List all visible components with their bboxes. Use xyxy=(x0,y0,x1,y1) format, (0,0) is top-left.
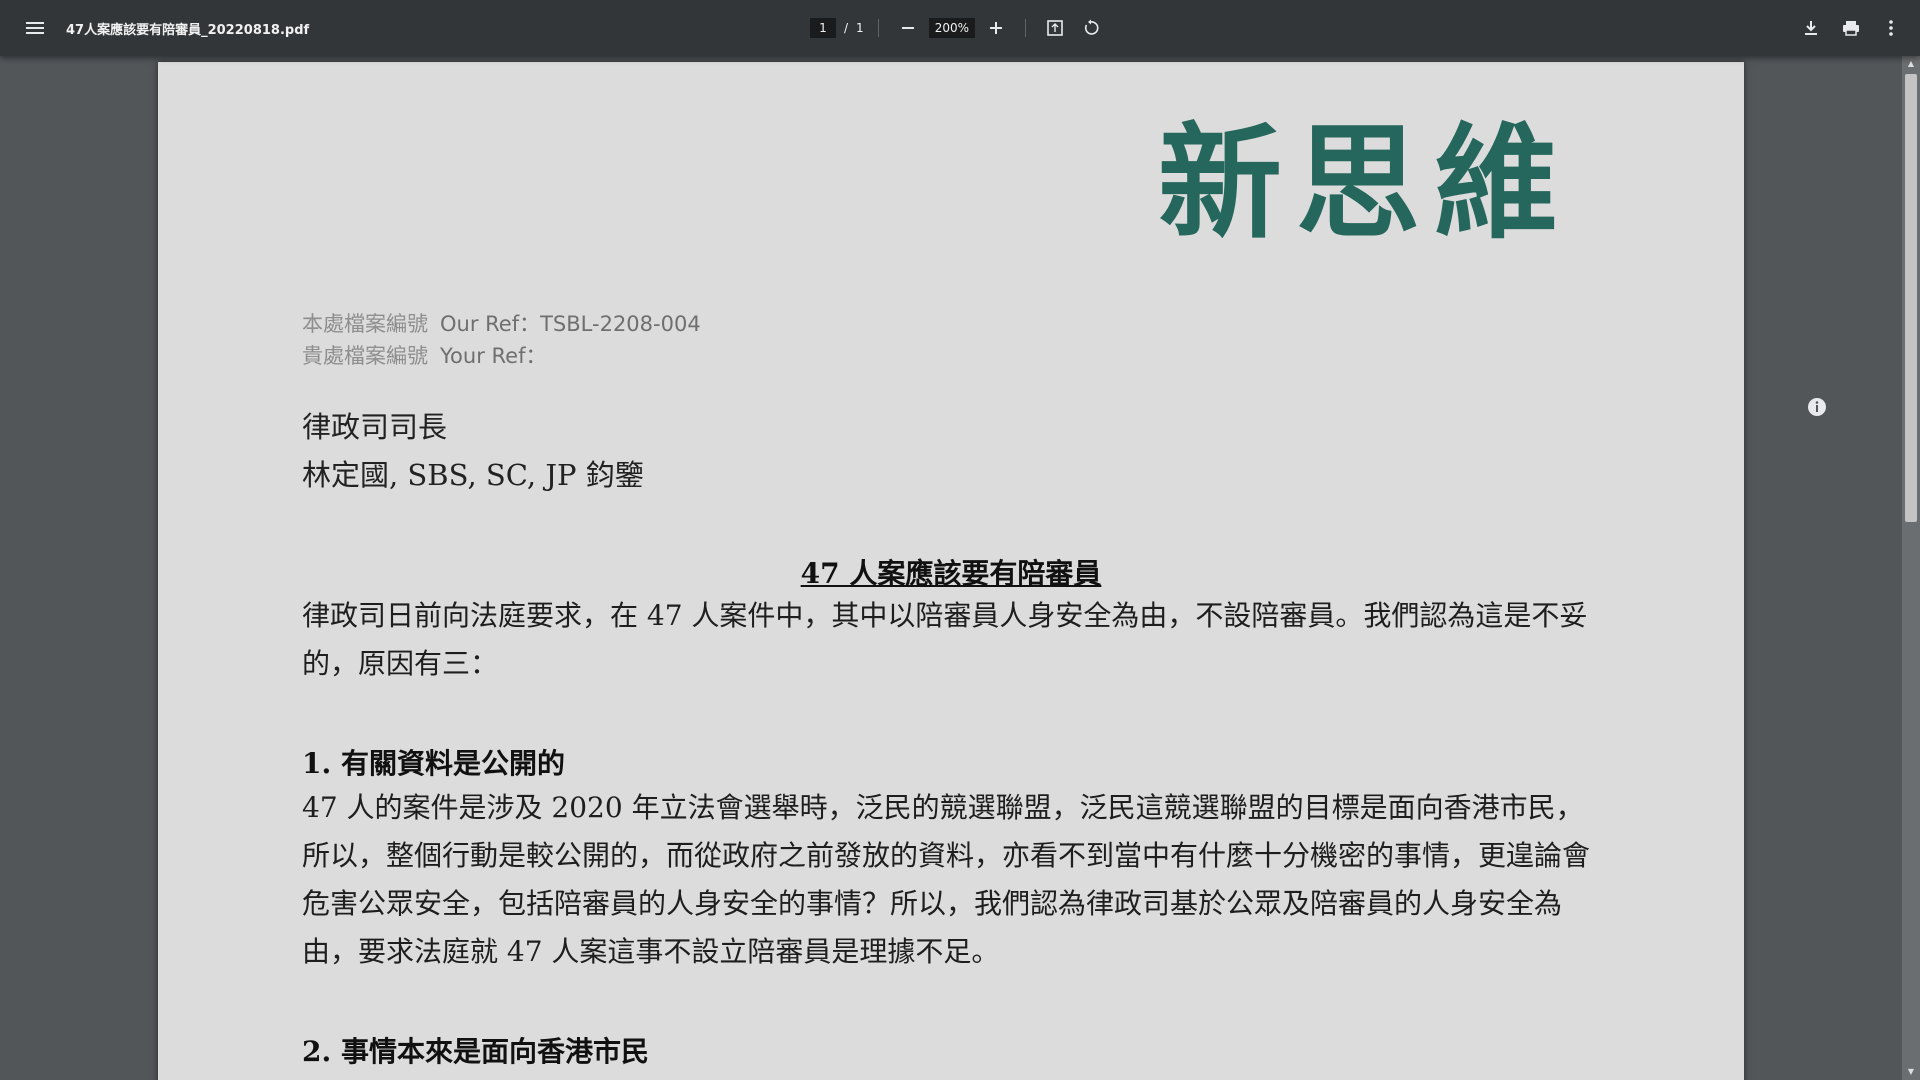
your-ref-label: 貴處檔案編號 xyxy=(302,344,428,368)
download-icon[interactable] xyxy=(1796,13,1826,43)
our-ref-label: 本處檔案編號 xyxy=(302,312,428,336)
page-separator: / xyxy=(844,21,849,35)
addressee-title: 律政司司長 xyxy=(302,410,448,444)
page-number-input[interactable]: 1 xyxy=(810,18,836,38)
your-ref-value: Your Ref： xyxy=(440,344,547,368)
toolbar-divider xyxy=(1025,19,1026,37)
document-title: 47人案應該要有陪審員_20220818.pdf xyxy=(66,22,310,38)
page-total: 1 xyxy=(856,21,864,35)
print-icon[interactable] xyxy=(1836,13,1866,43)
toolbar-left: 47人案應該要有陪審員_20220818.pdf xyxy=(20,0,309,56)
fit-page-icon[interactable] xyxy=(1040,13,1070,43)
section-1-paragraph: 47 人的案件是涉及 2020 年立法會選舉時，泛民的競選聯盟，泛民這競選聯盟的… xyxy=(302,791,1591,968)
menu-icon[interactable] xyxy=(20,13,50,43)
vertical-scrollbar[interactable]: ▲ ▼ xyxy=(1902,56,1920,1080)
our-ref-line: 本處檔案編號 Our Ref：TSBL-2208-004 xyxy=(302,308,701,338)
our-ref-value: Our Ref：TSBL-2208-004 xyxy=(440,312,701,336)
annotation-icon[interactable] xyxy=(1806,396,1828,418)
logo: 新思維 xyxy=(1158,112,1573,256)
scroll-down-icon[interactable]: ▼ xyxy=(1906,1067,1916,1077)
scrollbar-thumb[interactable] xyxy=(1905,74,1917,522)
scroll-up-icon[interactable]: ▲ xyxy=(1906,59,1916,69)
letter-title: 47 人案應該要有陪審員 xyxy=(800,557,1102,590)
rotate-icon[interactable] xyxy=(1076,13,1106,43)
zoom-in-icon[interactable] xyxy=(981,13,1011,43)
section-2-heading: 2. 事情本來是面向香港市民 xyxy=(302,1035,649,1068)
toolbar-center: 1 / 1 200% xyxy=(810,0,1106,56)
your-ref-line: 貴處檔案編號 Your Ref： xyxy=(302,340,546,370)
zoom-out-icon[interactable] xyxy=(893,13,923,43)
more-icon[interactable] xyxy=(1876,13,1906,43)
intro-paragraph: 律政司日前向法庭要求，在 47 人案件中，其中以陪審員人身安全為由，不設陪審員。… xyxy=(302,599,1588,680)
zoom-level-input[interactable]: 200% xyxy=(928,18,975,38)
toolbar-right xyxy=(1796,0,1906,56)
pdf-viewer-area[interactable]: 新思維 本處檔案編號 Our Ref：TSBL-2208-004 貴處檔案編號 Yo… xyxy=(0,56,1920,1080)
section-1-heading: 1. 有關資料是公開的 xyxy=(302,747,565,780)
pdf-toolbar: 47人案應該要有陪審員_20220818.pdf 1 / 1 200% xyxy=(0,0,1920,56)
addressee-name: 林定國, SBS, SC, JP 鈞鑒 xyxy=(302,458,644,492)
pdf-page: 新思維 本處檔案編號 Our Ref：TSBL-2208-004 貴處檔案編號 Yo… xyxy=(158,62,1744,1080)
toolbar-divider xyxy=(877,19,879,37)
